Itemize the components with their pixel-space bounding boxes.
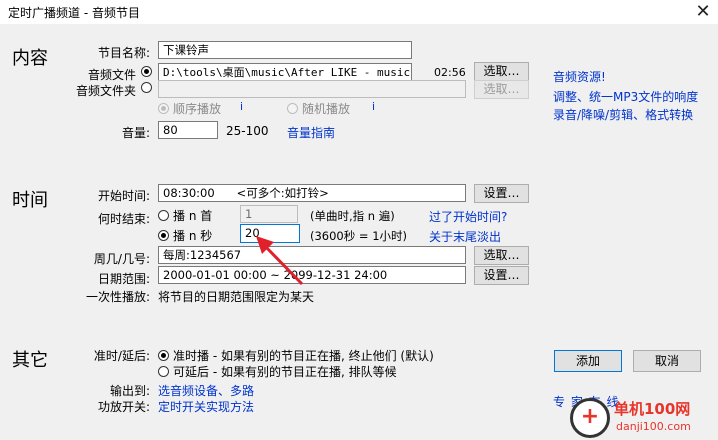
play-n-seconds-label: 播 n 秒 (173, 229, 213, 243)
watermark-text: 单机100网 (614, 400, 691, 418)
audio-file-radio[interactable] (141, 66, 152, 77)
timing-label: 准时/延后: (93, 349, 150, 363)
past-start-time-link[interactable]: 过了开始时间? (429, 208, 507, 225)
play-n-tracks-label: 播 n 首 (173, 209, 213, 223)
output-device-link[interactable]: 选音频设备、多路 (158, 382, 254, 399)
ontime-radio[interactable] (158, 350, 169, 361)
adjust-mp3-link[interactable]: 调整、统一MP3文件的响度 (553, 88, 698, 105)
audio-duration: 02:56 (434, 66, 466, 79)
end-when-label: 何时结束: (97, 212, 150, 226)
start-time-input[interactable]: 08:30:00 <可多个:如打铃> (158, 184, 466, 202)
start-time-settings-button[interactable]: 设置… (474, 184, 529, 203)
red-arrow-annotation (256, 236, 304, 286)
n-tracks-input[interactable]: 1 (240, 205, 298, 223)
random-play-label: 随机播放 (302, 102, 351, 116)
random-play-radio[interactable] (287, 103, 298, 114)
program-name-label: 节目名称: (97, 46, 150, 60)
weekday-choose-button[interactable]: 选取… (474, 246, 529, 265)
delay-radio[interactable] (158, 366, 169, 377)
date-range-label: 日期范围: (97, 272, 150, 286)
record-edit-link[interactable]: 录音/降噪/剪辑、格式转换 (553, 106, 693, 123)
play-n-tracks-radio[interactable] (158, 210, 169, 221)
sequential-play-label: 顺序播放 (173, 102, 222, 116)
add-button[interactable]: 添加 (554, 350, 622, 372)
play-n-seconds-radio[interactable] (158, 230, 169, 241)
power-switch-link[interactable]: 定时开关实现方法 (158, 398, 254, 415)
date-range-settings-button[interactable]: 设置… (474, 266, 529, 285)
audio-folder-choose-button[interactable]: 选取… (474, 80, 529, 99)
close-icon[interactable]: ✕ (690, 1, 716, 23)
volume-label: 音量: (121, 126, 150, 140)
random-info-icon[interactable]: i (372, 100, 375, 113)
date-range-input[interactable]: 2000-01-01 00:00 ~ 2099-12-31 24:00 (158, 266, 466, 284)
start-time-label: 开始时间: (97, 189, 150, 203)
sequential-play-radio[interactable] (158, 103, 169, 114)
audio-folder-input[interactable] (158, 80, 466, 98)
audio-resources-link[interactable]: 音频资源! (553, 68, 606, 85)
volume-range: 25-100 (226, 124, 269, 138)
cancel-button[interactable]: 取消 (633, 350, 701, 372)
audio-folder-label: 音频文件夹 (75, 84, 136, 98)
output-label: 输出到: (109, 384, 150, 398)
program-name-input[interactable]: 下课铃声 (158, 41, 412, 59)
fade-out-link[interactable]: 关于末尾淡出 (429, 228, 501, 245)
audio-file-path-input[interactable]: D:\tools\桌面\music\After LIKE - music - I (158, 63, 412, 81)
n-seconds-hint: (3600秒 = 1小时) (310, 229, 408, 243)
volume-input[interactable]: 80 (158, 121, 218, 139)
once-play-label: 一次性播放: (85, 290, 150, 304)
audio-file-choose-button[interactable]: 选取… (474, 62, 529, 81)
delay-text: 可延后 - 如果有别的节目正在播, 排队等候 (173, 365, 397, 379)
audio-file-label: 音频文件 (87, 68, 136, 82)
power-switch-label: 功放开关: (97, 400, 150, 414)
audio-folder-radio[interactable] (141, 82, 152, 93)
watermark-logo-icon: + (570, 398, 610, 438)
watermark-url: danji100.com (616, 420, 691, 433)
volume-guide-link[interactable]: 音量指南 (287, 124, 335, 141)
n-tracks-hint: (单曲时,指 n 遍) (310, 209, 395, 223)
ontime-text: 准时播 - 如果有别的节目正在播, 终止他们 (默认) (173, 349, 434, 363)
window-title: 定时广播频道 - 音频节目 (8, 6, 140, 20)
weekday-label: 周几/几号: (93, 252, 150, 266)
weekday-input[interactable]: 每周:1234567 (158, 246, 466, 264)
sequential-info-icon[interactable]: i (240, 100, 243, 113)
